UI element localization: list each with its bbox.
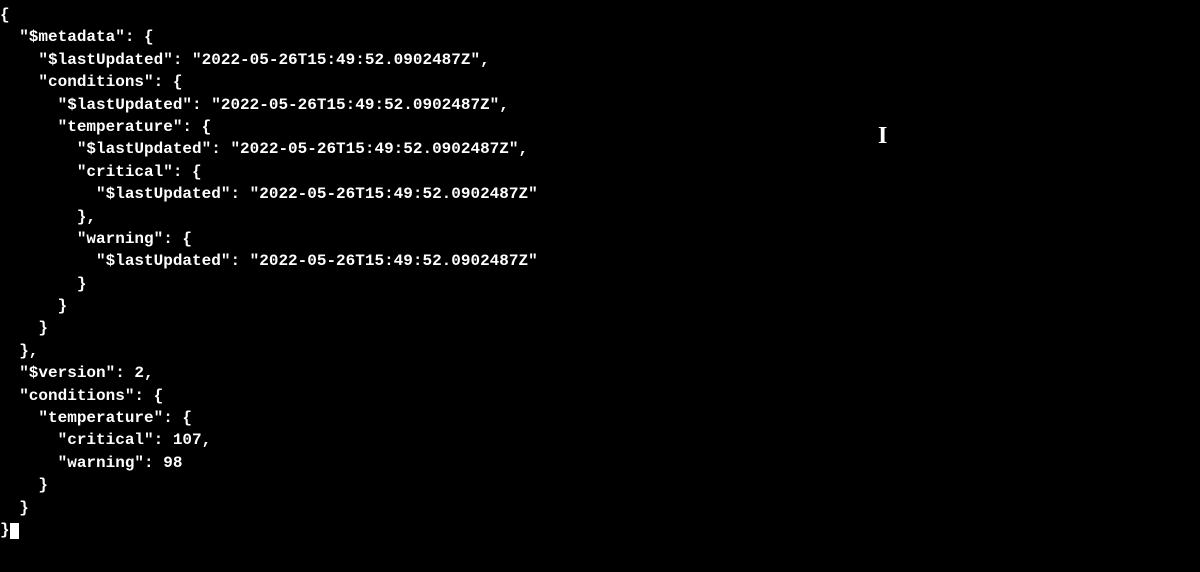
code-line: }, [0,208,96,226]
code-line: "$version": 2, [0,364,154,382]
code-line: "$lastUpdated": "2022-05-26T15:49:52.090… [0,140,528,158]
terminal-output[interactable]: { "$metadata": { "$lastUpdated": "2022-0… [0,4,1200,541]
code-line: "warning": 98 [0,454,182,472]
code-line: "conditions": { [0,387,163,405]
code-line: } [0,476,48,494]
code-line: } [0,499,29,517]
code-line: "temperature": { [0,409,192,427]
code-line: "critical": { [0,163,202,181]
code-line: "$lastUpdated": "2022-05-26T15:49:52.090… [0,185,538,203]
code-line: "$lastUpdated": "2022-05-26T15:49:52.090… [0,51,490,69]
code-line: } [0,297,67,315]
code-line: "$lastUpdated": "2022-05-26T15:49:52.090… [0,252,538,270]
code-line: { [0,6,10,24]
code-line: "$lastUpdated": "2022-05-26T15:49:52.090… [0,96,509,114]
code-line: "temperature": { [0,118,211,136]
code-line: } [0,275,86,293]
code-line: } [0,319,48,337]
code-line: } [0,521,10,539]
terminal-cursor-icon [10,523,20,539]
code-line: "$metadata": { [0,28,154,46]
code-line: }, [0,342,38,360]
code-line: "critical": 107, [0,431,211,449]
code-line: "warning": { [0,230,192,248]
code-line: "conditions": { [0,73,182,91]
